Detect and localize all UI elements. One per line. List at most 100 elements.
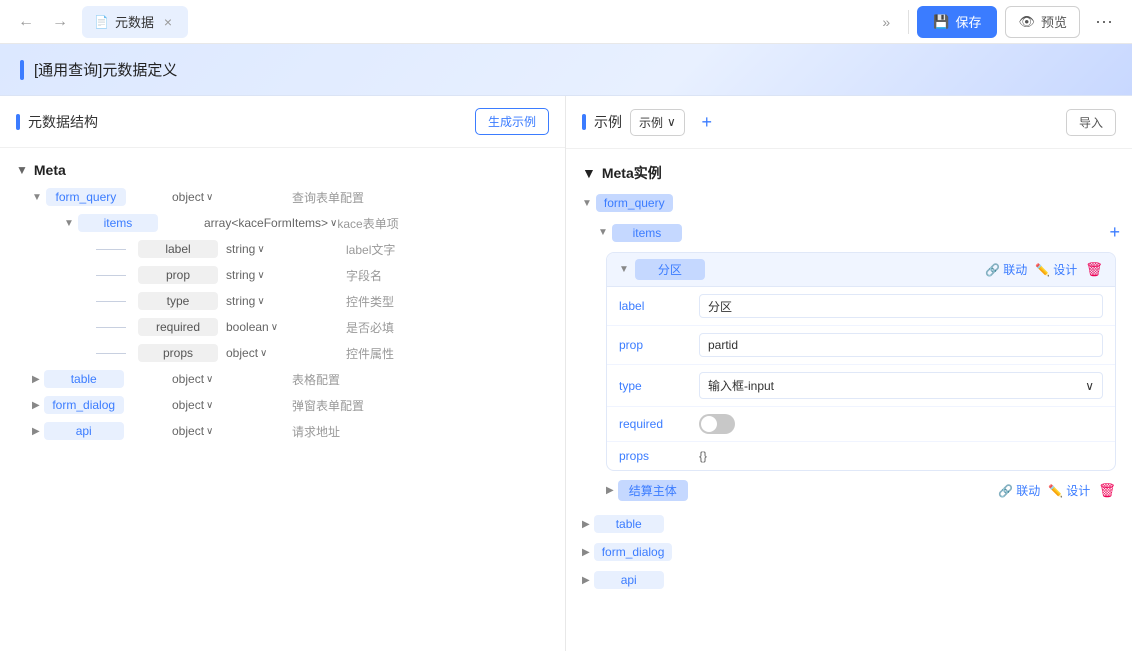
- tab-metadata[interactable]: 📄 元数据 ×: [82, 6, 188, 38]
- example-select[interactable]: 示例 ∨: [630, 109, 685, 136]
- field-prop-input[interactable]: [699, 333, 1103, 357]
- tree-row-required[interactable]: required boolean∨ 是否必填: [0, 314, 565, 340]
- form-dialog-desc: 弹窗表单配置: [292, 397, 364, 414]
- prop-desc: 字段名: [346, 267, 382, 284]
- tree-row-form-dialog[interactable]: ▶ form_dialog object∨ 弹窗表单配置: [0, 392, 565, 418]
- left-panel-title: 元数据结构: [16, 112, 98, 132]
- fenqu-delete-button[interactable]: 🗑: [1085, 261, 1103, 278]
- form-dialog-caret[interactable]: ▶: [32, 400, 40, 411]
- r-form-query-caret[interactable]: ▼: [582, 198, 592, 209]
- items-caret[interactable]: ▼: [64, 218, 74, 229]
- tree-row-items[interactable]: ▼ items array<kaceFormItems>∨ kace表单项: [0, 210, 565, 236]
- r-tree-row-form-query[interactable]: ▼ form_query: [566, 189, 1132, 217]
- field-required: required: [607, 407, 1115, 442]
- page-title: [通用查询]元数据定义: [34, 59, 177, 80]
- form-query-badge: form_query: [46, 188, 126, 206]
- right-accent-bar: [582, 114, 586, 130]
- jiesuan-design-button[interactable]: ✏️ 设计: [1048, 482, 1090, 499]
- more-button[interactable]: ···: [1088, 6, 1120, 38]
- right-panel: 示例 示例 ∨ + 导入 ▼ Meta实例 ▼ form_query: [566, 96, 1132, 651]
- meta-label: Meta: [34, 162, 66, 178]
- required-type: boolean∨: [226, 320, 346, 334]
- required-desc: 是否必填: [346, 319, 394, 336]
- expand-button[interactable]: »: [872, 8, 900, 36]
- tree-row-api[interactable]: ▶ api object∨ 请求地址: [0, 418, 565, 444]
- r-items-caret[interactable]: ▼: [598, 227, 608, 238]
- api-badge: api: [44, 422, 124, 440]
- r-form-dialog-caret[interactable]: ▶: [582, 547, 590, 558]
- r-table-badge: table: [594, 515, 664, 533]
- r-jiesuan-caret[interactable]: ▶: [606, 485, 614, 496]
- redo-button[interactable]: →: [46, 8, 74, 36]
- field-required-toggle[interactable]: [699, 414, 735, 434]
- r-tree-row-form-dialog[interactable]: ▶ form_dialog: [566, 538, 1132, 566]
- r-items-add-button[interactable]: +: [1109, 222, 1132, 243]
- jiesuan-link-icon: 🔗: [998, 484, 1013, 498]
- required-badge: required: [138, 318, 218, 336]
- field-props-value: {}: [699, 449, 707, 463]
- table-caret[interactable]: ▶: [32, 374, 40, 385]
- tree-row-form-query[interactable]: ▼ form_query object∨ 查询表单配置: [0, 184, 565, 210]
- form-dialog-badge: form_dialog: [44, 396, 124, 414]
- tab-close-button[interactable]: ×: [160, 14, 176, 30]
- r-form-dialog-badge: form_dialog: [594, 543, 673, 561]
- right-meta-label: Meta实例: [602, 163, 662, 183]
- right-panel-header: 示例 示例 ∨ + 导入: [566, 96, 1132, 149]
- field-props: props {}: [607, 442, 1115, 470]
- r-tree-row-api[interactable]: ▶ api: [566, 566, 1132, 594]
- preview-icon: 👁: [1018, 14, 1035, 30]
- table-badge: table: [44, 370, 124, 388]
- r-api-badge: api: [594, 571, 664, 589]
- type-desc: 控件类型: [346, 293, 394, 310]
- r-tree-row-items[interactable]: ▼ items +: [566, 217, 1132, 248]
- type-select-chevron: ∨: [1085, 379, 1094, 393]
- meta-caret[interactable]: ▼: [16, 163, 28, 177]
- jiesuan-link-button[interactable]: 🔗 联动: [998, 482, 1040, 499]
- left-panel: 元数据结构 生成示例 ▼ Meta ▼ form_query object∨ 查…: [0, 96, 566, 651]
- r-form-query-badge: form_query: [596, 194, 673, 212]
- preview-button[interactable]: 👁 预览: [1005, 6, 1080, 38]
- fenqu-design-button[interactable]: ✏️ 设计: [1035, 261, 1077, 278]
- fenqu-card-header: ▼ 分区 🔗 联动 ✏️ 设计 🗑: [607, 253, 1115, 287]
- link-icon: 🔗: [985, 263, 1000, 277]
- tree-row-type[interactable]: type string∨ 控件类型: [0, 288, 565, 314]
- top-bar: ← → 📄 元数据 × » 💾 保存 👁 预览 ···: [0, 0, 1132, 44]
- r-api-caret[interactable]: ▶: [582, 575, 590, 586]
- right-title-text: 示例: [594, 112, 622, 132]
- gen-example-button[interactable]: 生成示例: [475, 108, 549, 135]
- prop-type: string∨: [226, 268, 346, 282]
- tree-row-props[interactable]: props object∨ 控件属性: [0, 340, 565, 366]
- jiesuan-actions: 🔗 联动 ✏️ 设计 🗑: [998, 482, 1124, 499]
- api-caret[interactable]: ▶: [32, 426, 40, 437]
- r-tree-row-table[interactable]: ▶ table: [566, 510, 1132, 538]
- field-type-select[interactable]: 输入框-input ∨: [699, 372, 1103, 399]
- fenqu-badge: 分区: [635, 259, 705, 280]
- main-content: 元数据结构 生成示例 ▼ Meta ▼ form_query object∨ 查…: [0, 96, 1132, 651]
- add-example-button[interactable]: +: [693, 108, 721, 136]
- label-badge: label: [138, 240, 218, 258]
- field-prop: prop: [607, 326, 1115, 365]
- props-type: object∨: [226, 346, 346, 360]
- undo-button[interactable]: ←: [12, 8, 40, 36]
- props-desc: 控件属性: [346, 345, 394, 362]
- save-button[interactable]: 💾 保存: [917, 6, 997, 38]
- tree-row-prop[interactable]: prop string∨ 字段名: [0, 262, 565, 288]
- fenqu-card-container: ▼ 分区 🔗 联动 ✏️ 设计 🗑: [598, 252, 1124, 506]
- fenqu-link-button[interactable]: 🔗 联动: [985, 261, 1027, 278]
- r-items-badge: items: [612, 224, 682, 242]
- right-meta-caret[interactable]: ▼: [582, 165, 596, 181]
- form-query-caret[interactable]: ▼: [32, 192, 42, 203]
- import-button[interactable]: 导入: [1066, 109, 1116, 136]
- field-label-input[interactable]: [699, 294, 1103, 318]
- fenqu-actions: 🔗 联动 ✏️ 设计 🗑: [985, 261, 1103, 278]
- jiesuan-delete-button[interactable]: 🗑: [1098, 482, 1116, 499]
- fenqu-caret[interactable]: ▼: [619, 264, 629, 275]
- r-table-caret[interactable]: ▶: [582, 519, 590, 530]
- form-query-desc: 查询表单配置: [292, 189, 364, 206]
- tree-row-label[interactable]: label string∨ label文字: [0, 236, 565, 262]
- title-accent-bar: [20, 60, 24, 80]
- fenqu-detail-card: ▼ 分区 🔗 联动 ✏️ 设计 🗑: [606, 252, 1116, 471]
- tree-row-table[interactable]: ▶ table object∨ 表格配置: [0, 366, 565, 392]
- table-desc: 表格配置: [292, 371, 340, 388]
- r-tree-row-jiesuan[interactable]: ▶ 结算主体 🔗 联动 ✏️ 设计 🗑: [598, 475, 1124, 506]
